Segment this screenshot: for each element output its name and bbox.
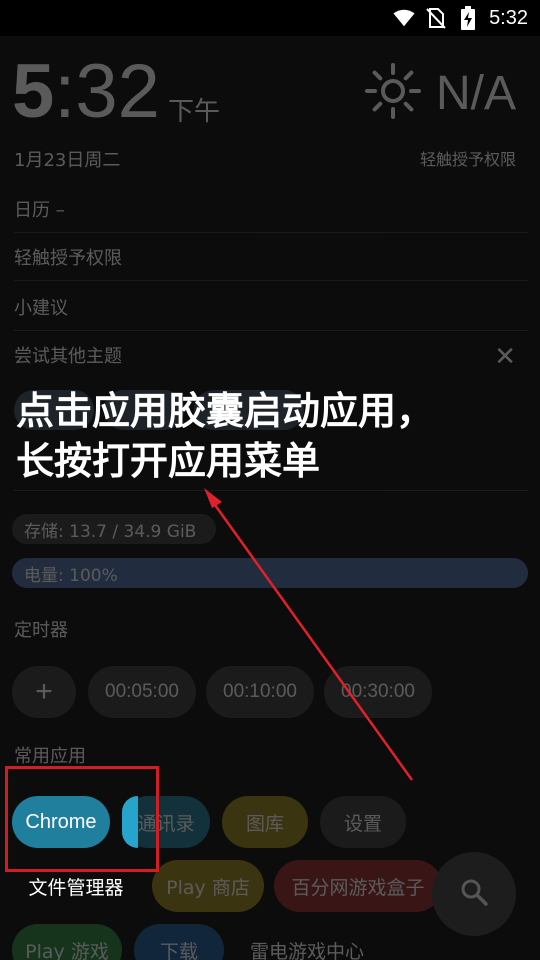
status-bar: 5:32 (0, 0, 540, 36)
close-icon[interactable]: ✕ (494, 342, 516, 372)
no-sim-icon (425, 7, 447, 29)
wifi-icon (393, 7, 415, 29)
clock-ampm: 下午 (167, 97, 220, 127)
grant-permission-link[interactable]: 轻触授予权限 (420, 146, 516, 170)
date-label[interactable]: 1月23日周二 (14, 146, 120, 172)
search-icon (459, 877, 489, 911)
clock-widget[interactable]: 5 : 32 下午 (12, 54, 220, 130)
app-chip-ldgame-center[interactable]: 雷电游戏中心 (232, 924, 382, 960)
clock-hour: 5 (12, 49, 55, 134)
timer-preset-10min[interactable]: 00:10:00 (206, 666, 314, 718)
suggestions-header: 小建议 (14, 294, 528, 331)
sun-icon (364, 62, 422, 124)
storage-bar: 存储: 13.7 / 34.9 GiB (12, 514, 216, 544)
tutorial-line-1: 点击应用胶囊启动应用， (16, 389, 435, 433)
app-chip-game-box[interactable]: 百分网游戏盒子 (274, 860, 442, 912)
clock-separator: : (54, 49, 76, 134)
try-theme-row[interactable]: 尝试其他主题 (14, 342, 528, 378)
app-chip-contacts-edge (122, 796, 138, 848)
app-chip-chrome[interactable]: Chrome (12, 796, 110, 848)
add-timer-button[interactable]: + (12, 666, 76, 718)
app-chip-gallery[interactable]: 图库 (222, 796, 308, 848)
grant-permission-row[interactable]: 轻触授予权限 (14, 244, 528, 281)
timer-header: 定时器 (14, 620, 68, 641)
app-chip-settings[interactable]: 设置 (320, 796, 406, 848)
battery-bar: 电量: 100% (12, 558, 528, 588)
tutorial-line-2: 长按打开应用菜单 (16, 439, 321, 483)
app-chip-downloads[interactable]: 下载 (134, 924, 224, 960)
app-chip-play-games[interactable]: Play 游戏 (12, 924, 122, 960)
timer-preset-30min[interactable]: 00:30:00 (324, 666, 432, 718)
app-chip-play-store[interactable]: Play 商店 (152, 860, 264, 912)
timer-preset-5min[interactable]: 00:05:00 (88, 666, 196, 718)
divider (14, 490, 528, 491)
tutorial-tip: 点击应用胶囊启动应用， 长按打开应用菜单 (16, 386, 434, 486)
clock-minute: 32 (75, 49, 160, 134)
weather-widget[interactable]: N/A (364, 62, 516, 124)
battery-charging-icon (457, 6, 479, 30)
calendar-row[interactable]: 日历 – (14, 196, 528, 233)
search-button[interactable] (432, 852, 516, 936)
weather-temperature: N/A (435, 66, 516, 120)
status-time: 5:32 (489, 6, 528, 29)
